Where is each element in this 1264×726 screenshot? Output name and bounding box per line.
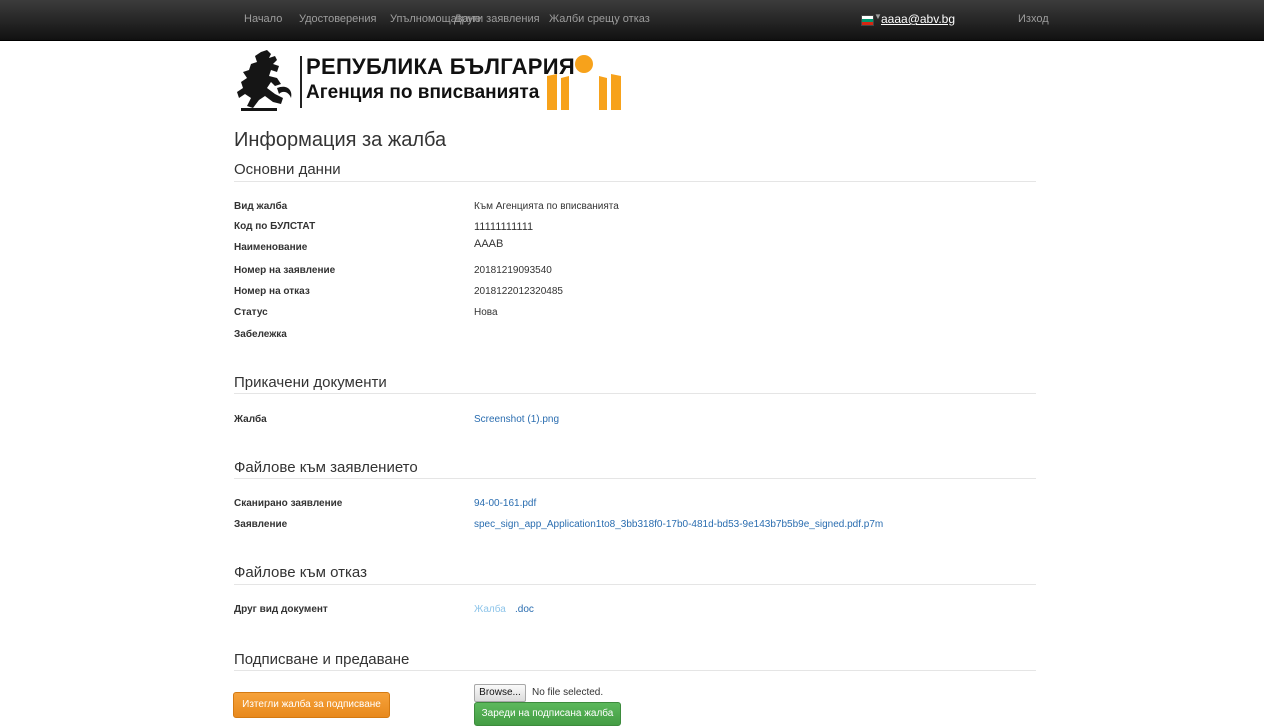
section-divider [234,584,1036,585]
bulgarian-flag-icon[interactable] [861,15,874,26]
section-divider [234,181,1036,182]
application-number-label: Номер на заявление [234,265,336,276]
complaint-type-value: Към Агенцията по вписванията [474,201,619,212]
application-file-link[interactable]: spec_sign_app_Application1to8_3bb318f0-1… [474,519,883,530]
file-input-status: No file selected. [532,687,604,698]
logo-separator [300,56,302,108]
logo-subtitle: Агенция по вписванията [306,82,540,103]
refusal-number-label: Номер на отказ [234,286,310,297]
agency-logo: РЕПУБЛИКА БЪЛГАРИЯ Агенция по вписваният… [231,48,631,114]
name-value: AAAB [474,238,504,250]
nav-complaints[interactable]: Жалби срещу отказ [549,13,650,25]
bulstat-code-label: Код по БУЛСТАТ [234,221,316,232]
complaint-type-label: Вид жалба [234,201,288,212]
section-divider [234,478,1036,479]
agency-emblem-icon [547,55,621,110]
status-label: Статус [234,307,268,318]
coat-of-arms-lion-icon [237,50,292,111]
scanned-application-link[interactable]: 94-00-161.pdf [474,498,536,509]
section-attached-documents-heading: Прикачени документи [234,374,387,391]
logo-title: РЕПУБЛИКА БЪЛГАРИЯ [306,54,576,79]
other-document-link-extension[interactable]: .doc [515,604,534,615]
nav-other-applications[interactable]: Други заявления [454,13,540,25]
status-value: Нова [474,307,498,318]
name-label: Наименование [234,242,308,253]
section-refusal-files-heading: Файлове към отказ [234,564,367,581]
section-application-files-heading: Файлове към заявлението [234,459,418,476]
other-document-link-name[interactable]: Жалба [474,604,506,615]
refusal-number-value: 2018122012320485 [474,286,563,297]
upload-signed-complaint-button[interactable]: Зареди на подписана жалба [474,702,621,726]
section-basic-data-heading: Основни данни [234,161,341,178]
complaint-file-label: Жалба [234,414,267,425]
nav-certificates[interactable]: Удостоверения [299,13,376,25]
nav-home[interactable]: Начало [244,13,282,25]
section-signing-heading: Подписване и предаване [234,651,410,668]
section-divider [234,670,1036,671]
user-email-link[interactable]: aaaa@abv.bg [881,12,955,26]
other-document-label: Друг вид документ [234,604,328,615]
note-label: Забележка [234,329,287,340]
page-title: Информация за жалба [234,129,447,151]
section-divider [234,393,1036,394]
complaint-file-link[interactable]: Screenshot (1).png [474,414,559,425]
download-complaint-for-signing-button[interactable]: Изтегли жалба за подписване [233,692,390,718]
application-label: Заявление [234,519,288,530]
top-navbar: Начало Удостоверения Упълномощаване Друг… [0,0,1264,41]
logout-link[interactable]: Изход [1018,13,1049,25]
browse-file-button[interactable]: Browse... [474,684,526,702]
application-number-value: 20181219093540 [474,265,552,276]
scanned-application-label: Сканирано заявление [234,498,343,509]
bulstat-code-value: 11111111111 [474,221,534,233]
